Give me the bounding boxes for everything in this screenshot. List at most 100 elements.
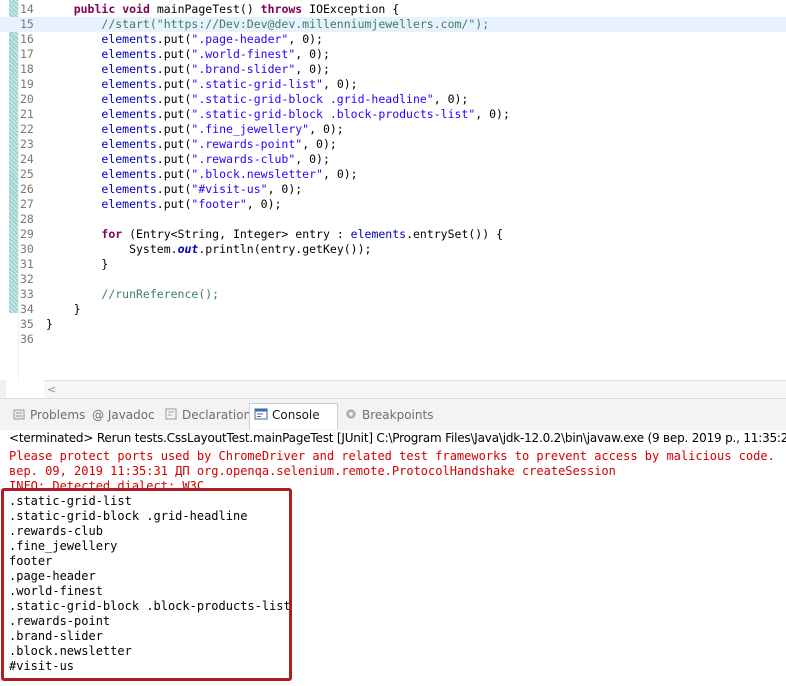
code-line[interactable]: 25 elements.put(".block.newsletter", 0); — [0, 167, 786, 182]
line-number: 34 — [20, 302, 34, 316]
line-number: 19 — [20, 77, 34, 91]
console-output-line: footer — [9, 554, 53, 568]
tab-javadoc[interactable]: @ Javadoc — [88, 404, 161, 426]
line-number: 28 — [20, 212, 34, 226]
code-line[interactable]: 17 elements.put(".world-finest", 0); — [0, 47, 786, 62]
line-number: 18 — [20, 62, 34, 76]
console-error-line: Please protect ports used by ChromeDrive… — [9, 449, 775, 463]
tab-declaration[interactable]: Declaration — [160, 404, 257, 426]
code-token: System. — [46, 242, 178, 256]
code-line[interactable]: 29 for (Entry<String, Integer> entry : e… — [0, 227, 786, 242]
code-text: System.out.println(entry.getKey()); — [46, 242, 371, 257]
code-token: .put( — [156, 197, 192, 211]
code-token: ".brand-slider" — [191, 62, 296, 76]
line-number: 26 — [20, 182, 34, 196]
code-text: elements.put(".block.newsletter", 0); — [46, 167, 358, 182]
code-line[interactable]: 34 } — [0, 302, 786, 317]
code-token: ".block.newsletter" — [191, 167, 323, 181]
code-line[interactable]: 19 elements.put(".static-grid-list", 0); — [0, 77, 786, 92]
code-token: //runReference(); — [101, 287, 220, 301]
code-text: elements.put(".fine_jewellery", 0); — [46, 122, 343, 137]
code-token: elements — [101, 167, 157, 181]
code-line[interactable]: 21 elements.put(".static-grid-block .blo… — [0, 107, 786, 122]
code-token: elements — [101, 182, 157, 196]
code-text: } — [46, 302, 81, 317]
line-number: 35 — [20, 317, 34, 331]
tab-problems[interactable]: Problems — [8, 404, 91, 426]
code-token: .put( — [156, 167, 192, 181]
code-token: : — [329, 227, 351, 241]
code-token: .put( — [156, 32, 192, 46]
code-token: , 0); — [295, 152, 330, 166]
code-line[interactable]: 35} — [0, 317, 786, 332]
horizontal-scrollbar[interactable]: < — [44, 380, 786, 398]
code-token: , 0); — [322, 167, 358, 181]
code-token: elements — [101, 152, 157, 166]
console-output-line: .brand-slider — [9, 629, 103, 643]
code-text: elements.put(".world-finest", 0); — [46, 47, 330, 62]
code-line[interactable]: 31 } — [0, 257, 786, 272]
code-line[interactable]: 14 public void mainPageTest() throws IOE… — [0, 2, 786, 17]
tab-console[interactable]: Console — [249, 403, 338, 429]
code-token: ".page-header" — [191, 32, 289, 46]
line-number: 23 — [20, 137, 34, 151]
code-token: elements — [101, 197, 157, 211]
code-token: elements — [101, 92, 157, 106]
code-token: , 0); — [295, 62, 330, 76]
declaration-icon — [164, 406, 178, 420]
code-text: } — [46, 257, 108, 272]
code-token: , 0); — [433, 92, 469, 106]
code-token: , 0); — [267, 182, 303, 196]
tab-breakpoints[interactable]: Breakpoints — [340, 404, 439, 426]
code-token: mainPageTest() — [149, 2, 261, 16]
code-line[interactable]: 18 elements.put(".brand-slider", 0); — [0, 62, 786, 77]
code-line[interactable]: 30 System.out.println(entry.getKey()); — [0, 242, 786, 257]
code-line[interactable]: 24 elements.put(".rewards-club", 0); — [0, 152, 786, 167]
console-output-line: .static-grid-block .grid-headline — [9, 509, 248, 523]
code-token: .put( — [156, 47, 192, 61]
problems-icon — [12, 406, 26, 420]
code-token: elements — [101, 107, 157, 121]
code-token: ".rewards-point" — [191, 137, 303, 151]
code-line[interactable]: 20 elements.put(".static-grid-block .gri… — [0, 92, 786, 107]
code-token: elements — [101, 122, 157, 136]
code-line[interactable]: 15 //start("https://Dev:Dev@dev.millenni… — [0, 17, 786, 32]
console-error-line: INFO: Detected dialect: W3C — [9, 479, 205, 493]
code-token: .put( — [156, 107, 192, 121]
code-token: , 0); — [302, 137, 337, 151]
code-token: elements — [101, 137, 157, 151]
code-token: entry — [295, 227, 330, 241]
line-number: 16 — [20, 32, 34, 46]
editor-left-bar — [0, 380, 6, 398]
code-line[interactable]: 26 elements.put("#visit-us", 0); — [0, 182, 786, 197]
code-token: , 0); — [288, 32, 323, 46]
terminated-status: <terminated> Rerun tests.CssLayoutTest.m… — [9, 431, 786, 445]
code-line[interactable]: 28 — [0, 212, 786, 227]
code-line[interactable]: 32 — [0, 272, 786, 287]
line-number: 33 — [20, 287, 34, 301]
scroll-left-arrow-icon[interactable]: < — [47, 381, 56, 398]
code-line[interactable]: 36 — [0, 332, 786, 347]
line-number: 27 — [20, 197, 34, 211]
code-token: ".static-grid-block .block-products-list… — [191, 107, 476, 121]
console-output-line: .page-header — [9, 569, 96, 583]
code-editor[interactable]: 14 public void mainPageTest() throws IOE… — [0, 0, 786, 380]
breakpoints-icon — [344, 406, 358, 420]
console-view[interactable]: <terminated> Rerun tests.CssLayoutTest.m… — [0, 430, 786, 686]
code-line[interactable]: 33 //runReference(); — [0, 287, 786, 302]
console-icon — [254, 406, 268, 420]
line-number: 30 — [20, 242, 34, 256]
code-text: elements.put(".static-grid-block .block-… — [46, 107, 510, 122]
code-line[interactable]: 27 elements.put("footer", 0); — [0, 197, 786, 212]
code-line[interactable]: 23 elements.put(".rewards-point", 0); — [0, 137, 786, 152]
code-line[interactable]: 22 elements.put(".fine_jewellery", 0); — [0, 122, 786, 137]
code-line[interactable]: 16 elements.put(".page-header", 0); — [0, 32, 786, 47]
code-token: elements — [101, 62, 157, 76]
code-text: elements.put(".rewards-club", 0); — [46, 152, 330, 167]
